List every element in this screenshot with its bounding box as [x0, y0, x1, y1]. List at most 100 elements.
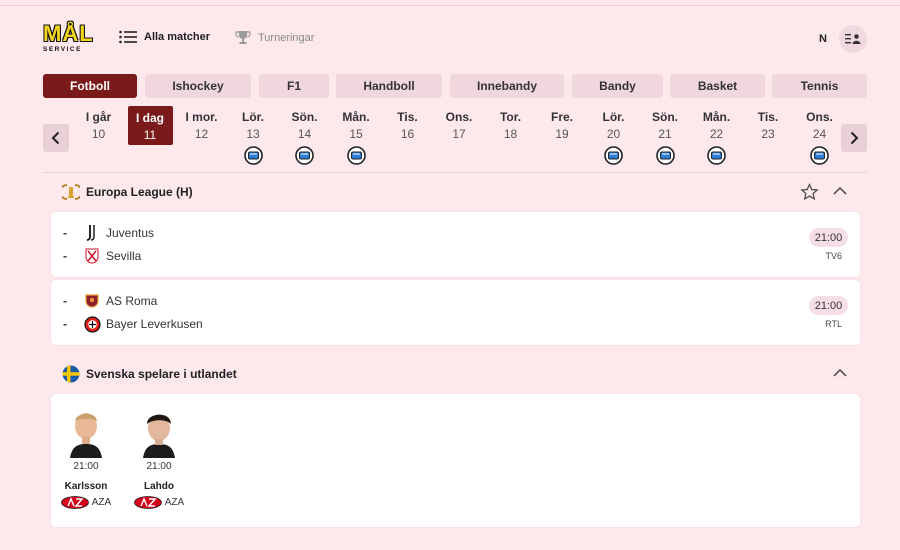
date-day-label: Sön. [291, 110, 318, 124]
date-number: 10 [91, 127, 106, 141]
date-item[interactable]: I går 10 [76, 106, 121, 164]
logo[interactable]: MÅL SERVICE [43, 21, 94, 55]
home-team-name: Juventus [106, 226, 155, 240]
tv-broadcast-icon [346, 146, 366, 165]
tv-broadcast-icon [810, 146, 829, 165]
match-time: 21:00 [809, 296, 848, 315]
tab-fotboll[interactable]: Fotboll [43, 74, 137, 98]
player-match-time: 21:00 [146, 461, 172, 472]
all-matches-label: Alla matcher [144, 31, 211, 43]
date-day-label: Ons. [445, 110, 473, 124]
date-item[interactable]: Lör. 13 [231, 106, 276, 165]
tab-innebandy[interactable]: Innebandy [450, 74, 564, 98]
logo-text: MÅL [43, 21, 94, 46]
date-item[interactable]: Sön. 21 [643, 106, 688, 165]
roma-crest-icon [83, 292, 101, 310]
tournaments-button[interactable]: Turneringar [235, 30, 314, 46]
date-day-label: I mor. [185, 110, 218, 124]
tv-broadcast-icon [655, 146, 675, 165]
home-team-row: - Juventus [63, 224, 154, 242]
away-score: - [63, 249, 67, 263]
date-item[interactable]: Ons. 24 [797, 106, 842, 165]
date-number: 21 [658, 127, 672, 141]
player-name: Lahdo [144, 481, 174, 492]
prev-dates-button[interactable] [43, 124, 69, 152]
player-photo [66, 406, 106, 458]
tab-basket[interactable]: Basket [670, 74, 765, 98]
sweden-flag-icon [62, 365, 80, 383]
chevron-right-icon [849, 131, 859, 145]
date-number: 14 [297, 127, 312, 141]
date-day-label: Tis. [757, 110, 779, 124]
date-item[interactable]: Tis. 16 [385, 106, 430, 164]
date-day-label: Fre. [550, 110, 573, 124]
tab-ishockey[interactable]: Ishockey [145, 74, 251, 98]
tv-broadcast-icon [243, 146, 263, 165]
date-number: 12 [194, 127, 209, 141]
tab-tennis[interactable]: Tennis [772, 74, 867, 98]
date-number: 22 [709, 127, 724, 141]
tv-broadcast-icon [707, 146, 726, 165]
next-dates-button[interactable] [841, 124, 867, 152]
date-box: Fre. 19 [540, 110, 585, 141]
match-card[interactable]: - Juventus - Sevilla 21:00 TV6 [51, 212, 860, 277]
leverkusen-crest-icon [83, 315, 101, 333]
player-club-name: AZA [164, 497, 185, 508]
date-day-label: Ons. [806, 110, 833, 124]
home-team-row: - AS Roma [63, 292, 157, 310]
date-day-label: I dag [135, 111, 164, 125]
swedish-players-header[interactable]: Svenska spelare i utlandet [62, 364, 237, 384]
date-item[interactable]: I mor. 12 [179, 106, 224, 164]
az-alkmaar-logo-icon [60, 496, 89, 509]
date-box: Tis. 16 [385, 110, 430, 141]
date-number: 19 [555, 127, 569, 141]
date-number: 23 [761, 127, 775, 141]
date-item[interactable]: Lör. 20 [591, 106, 636, 165]
date-item[interactable]: Tor. 18 [488, 106, 533, 164]
date-box: I går 10 [76, 110, 121, 141]
date-item[interactable]: Mån. 15 [334, 106, 379, 165]
away-team-name: Sevilla [106, 249, 142, 263]
tab-handboll[interactable]: Handboll [336, 74, 442, 98]
away-score: - [63, 317, 67, 331]
date-item[interactable]: Sön. 14 [282, 106, 327, 165]
divider [43, 172, 867, 173]
date-item[interactable]: Mån. 22 [694, 106, 739, 165]
away-team-row: - Bayer Leverkusen [63, 315, 203, 333]
date-item[interactable]: I dag 11 [127, 106, 173, 164]
tv-channel: TV6 [825, 251, 842, 261]
trophy-icon [235, 30, 251, 46]
date-box: I mor. 12 [179, 110, 224, 141]
chevron-left-icon [51, 131, 61, 145]
match-card[interactable]: - AS Roma - Bayer Leverkusen 21:00 RTL [51, 280, 860, 345]
player-card[interactable]: 21:00 Karlsson AZA [56, 406, 116, 509]
date-number: 13 [246, 127, 260, 141]
player-card[interactable]: 21:00 Lahdo AZA [129, 406, 189, 509]
player-club: AZA [129, 496, 189, 509]
az-alkmaar-logo-icon [133, 496, 162, 509]
date-box: Tor. 18 [488, 110, 533, 141]
date-number: 15 [349, 127, 363, 141]
collapse-swedish-players-icon[interactable] [832, 366, 848, 384]
date-box: Sön. 21 [643, 110, 688, 141]
tournaments-label: Turneringar [258, 32, 315, 44]
tab-f1[interactable]: F1 [259, 74, 329, 98]
swedish-players-title: Svenska spelare i utlandet [86, 367, 237, 381]
user-list-icon [845, 33, 861, 45]
competition-header[interactable]: Europa League (H) [62, 182, 193, 202]
date-box: Mån. 22 [694, 110, 739, 141]
date-day-label: Tis. [397, 110, 418, 124]
logo-subtext: SERVICE [43, 46, 82, 53]
user-menu-button[interactable] [839, 25, 867, 53]
favorite-star-icon[interactable] [800, 183, 819, 206]
collapse-competition-icon[interactable] [832, 184, 848, 202]
all-matches-button[interactable]: Alla matcher [119, 30, 210, 44]
date-item[interactable]: Fre. 19 [540, 106, 585, 164]
date-item[interactable]: Tis. 23 [746, 106, 791, 164]
date-item[interactable]: Ons. 17 [437, 106, 482, 164]
home-team-name: AS Roma [106, 294, 158, 308]
tab-bandy[interactable]: Bandy [572, 74, 663, 98]
away-team-name: Bayer Leverkusen [106, 317, 203, 331]
language-selector[interactable]: N [819, 33, 827, 45]
date-number: 20 [606, 127, 621, 141]
